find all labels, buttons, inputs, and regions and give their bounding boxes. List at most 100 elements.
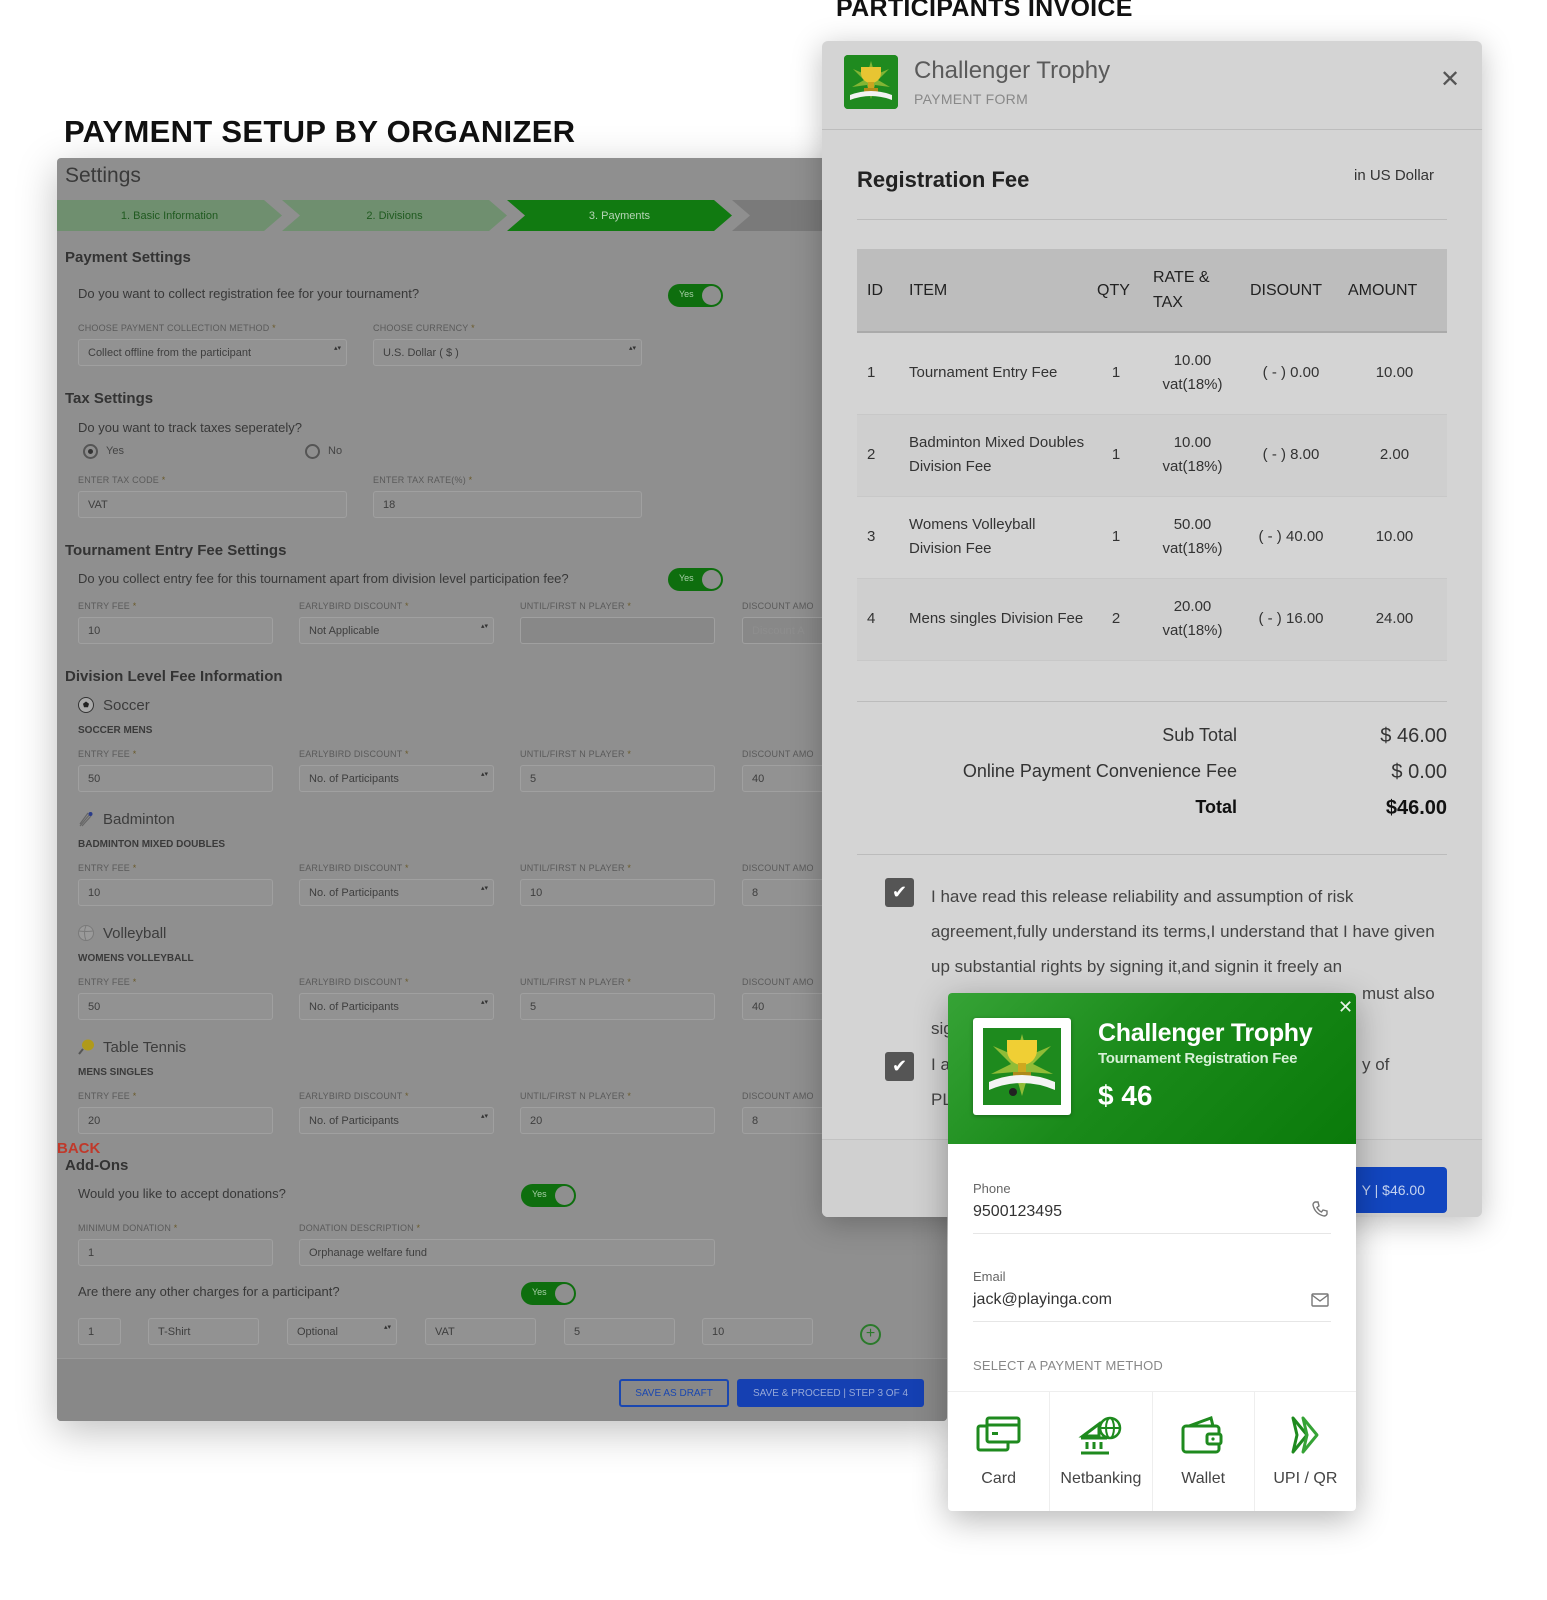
payment-method-label-netbanking: Netbanking: [1060, 1470, 1142, 1487]
addons-title: Add-Ons: [65, 1157, 129, 1174]
charge-tax-rate-input[interactable]: 5: [564, 1318, 675, 1345]
soccer-ball-icon: [77, 696, 95, 714]
email-input[interactable]: jack@playinga.com: [973, 1291, 1112, 1309]
entry-fee-label: ENTRY FEE *: [78, 601, 137, 611]
col-id: ID: [857, 249, 899, 333]
cell-rate-tax: 10.00 vat(18%): [1145, 332, 1240, 415]
trophy-logo-icon: [844, 55, 898, 109]
cell-tax: vat(18%): [1162, 458, 1223, 475]
division-until-input[interactable]: 10: [520, 879, 715, 906]
payment-method-netbanking[interactable]: Netbanking: [1050, 1392, 1153, 1511]
charge-qty-input[interactable]: 1: [78, 1318, 121, 1345]
agreement-2-checkbox[interactable]: ✔: [885, 1052, 914, 1081]
toggle-label: Yes: [679, 289, 694, 299]
popup-close-icon[interactable]: ✕: [1338, 997, 1353, 1018]
step-divisions[interactable]: 2. Divisions: [282, 200, 507, 231]
collect-fee-toggle[interactable]: Yes: [668, 284, 723, 307]
division-earlybird-select[interactable]: No. of Participants: [299, 765, 494, 792]
entry-fee-input[interactable]: 10: [78, 617, 273, 644]
division-earlybird-label: EARLYBIRD DISCOUNT *: [299, 977, 409, 987]
subtotal-label: Sub Total: [1162, 725, 1237, 745]
donation-desc-label: DONATION DESCRIPTION *: [299, 1223, 421, 1233]
charge-amount-input[interactable]: 10: [702, 1318, 813, 1345]
cell-discount: ( - ) 8.00: [1240, 414, 1342, 497]
stepper: 1. Basic Information 2. Divisions 3. Pay…: [57, 200, 947, 231]
bank-globe-icon: [1078, 1416, 1122, 1455]
currency-select[interactable]: U.S. Dollar ( $ ): [373, 339, 642, 366]
save-as-draft-button[interactable]: SAVE AS DRAFT: [619, 1379, 729, 1407]
cell-rate: 10.00: [1173, 434, 1212, 451]
division-earlybird-label: EARLYBIRD DISCOUNT *: [299, 1091, 409, 1101]
step-basic-information[interactable]: 1. Basic Information: [57, 200, 282, 231]
division-until-input[interactable]: 20: [520, 1107, 715, 1134]
division-entry-fee-input[interactable]: 20: [78, 1107, 273, 1134]
division-entry-fee-input[interactable]: 50: [78, 765, 273, 792]
settings-title: Settings: [65, 164, 141, 187]
min-donation-label: MINIMUM DONATION *: [78, 1223, 178, 1233]
division-entry-fee-input[interactable]: 10: [78, 879, 273, 906]
division-earlybird-select[interactable]: No. of Participants: [299, 993, 494, 1020]
division-entry-fee-input[interactable]: 50: [78, 993, 273, 1020]
cell-id: 3: [857, 496, 899, 579]
until-label: UNTIL/FIRST N PLAYER *: [520, 601, 632, 611]
charge-tax-code-input[interactable]: VAT: [425, 1318, 536, 1345]
division-fee-title: Division Level Fee Information: [65, 668, 283, 685]
table-row: 3 Womens Volleyball Division Fee 1 50.00…: [857, 496, 1447, 579]
save-proceed-button[interactable]: SAVE & PROCEED | STEP 3 OF 4: [737, 1379, 924, 1407]
popup-title: Challenger Trophy: [1098, 1019, 1313, 1047]
entry-fee-toggle[interactable]: Yes: [668, 568, 723, 591]
tax-no-radio[interactable]: [305, 444, 320, 459]
until-input[interactable]: [520, 617, 715, 644]
tax-rate-input[interactable]: 18: [373, 491, 642, 518]
division-until-input[interactable]: 5: [520, 765, 715, 792]
agreement-checkbox[interactable]: ✔: [885, 878, 914, 907]
sport-name: Table Tennis: [103, 1038, 187, 1056]
trophy-logo-icon: [983, 1028, 1061, 1105]
close-icon[interactable]: ✕: [1440, 65, 1460, 94]
tax-code-input[interactable]: VAT: [78, 491, 347, 518]
col-amount: AMOUNT: [1342, 249, 1447, 333]
payment-method-card[interactable]: Card: [948, 1392, 1051, 1511]
payment-method-upi[interactable]: UPI / QR: [1255, 1392, 1356, 1511]
back-button[interactable]: BACK: [57, 1140, 100, 1157]
table-row: 2 Badminton Mixed Doubles Division Fee 1…: [857, 414, 1447, 497]
phone-input[interactable]: 9500123495: [973, 1203, 1062, 1221]
sport-name: Soccer: [103, 696, 150, 714]
cell-rate: 20.00: [1173, 598, 1212, 615]
earlybird-select[interactable]: Not Applicable: [299, 617, 494, 644]
cell-amount: 10.00: [1342, 496, 1447, 579]
division-earlybird-select[interactable]: No. of Participants: [299, 879, 494, 906]
tax-code-label: ENTER TAX CODE *: [78, 475, 166, 485]
payment-method-select[interactable]: Collect offline from the participant: [78, 339, 347, 366]
division-until-label: UNTIL/FIRST N PLAYER *: [520, 863, 632, 873]
step-payments[interactable]: 3. Payments: [507, 200, 732, 231]
division-discount-amount-label: DISCOUNT AMO: [742, 1091, 814, 1101]
popup-amount: $ 46: [1098, 1080, 1153, 1111]
participants-invoice-heading: PARTICIPANTS INVOICE: [836, 0, 1133, 22]
currency-label: CHOOSE CURRENCY *: [373, 323, 475, 333]
tax-yes-radio[interactable]: [83, 444, 98, 459]
cell-id: 4: [857, 578, 899, 661]
mail-icon: [1311, 1293, 1329, 1307]
shuttlecock-icon: [77, 810, 95, 828]
cell-qty: 1: [1087, 332, 1145, 415]
cell-amount: 10.00: [1342, 332, 1447, 415]
email-underline: [973, 1321, 1331, 1322]
other-charges-question: Are there any other charges for a partic…: [78, 1284, 340, 1299]
donation-desc-input[interactable]: Orphanage welfare fund: [299, 1239, 715, 1266]
min-donation-input[interactable]: 1: [78, 1239, 273, 1266]
division-until-input[interactable]: 5: [520, 993, 715, 1020]
convenience-fee-value: $ 0.00: [1391, 761, 1447, 783]
division-earlybird-select[interactable]: No. of Participants: [299, 1107, 494, 1134]
donation-toggle[interactable]: Yes: [521, 1184, 576, 1207]
other-charges-toggle[interactable]: Yes: [521, 1282, 576, 1305]
charge-type-select[interactable]: Optional: [287, 1318, 397, 1345]
track-taxes-question: Do you want to track taxes seperately?: [78, 420, 303, 435]
subtotal-value: $ 46.00: [1380, 725, 1447, 747]
divider: [857, 219, 1447, 220]
payment-method-wallet[interactable]: Wallet: [1153, 1392, 1255, 1511]
add-charge-icon[interactable]: +: [860, 1324, 881, 1345]
cell-rate: 50.00: [1173, 516, 1212, 533]
invoice-subtitle: PAYMENT FORM: [914, 91, 1029, 107]
charge-name-input[interactable]: T-Shirt: [148, 1318, 259, 1345]
